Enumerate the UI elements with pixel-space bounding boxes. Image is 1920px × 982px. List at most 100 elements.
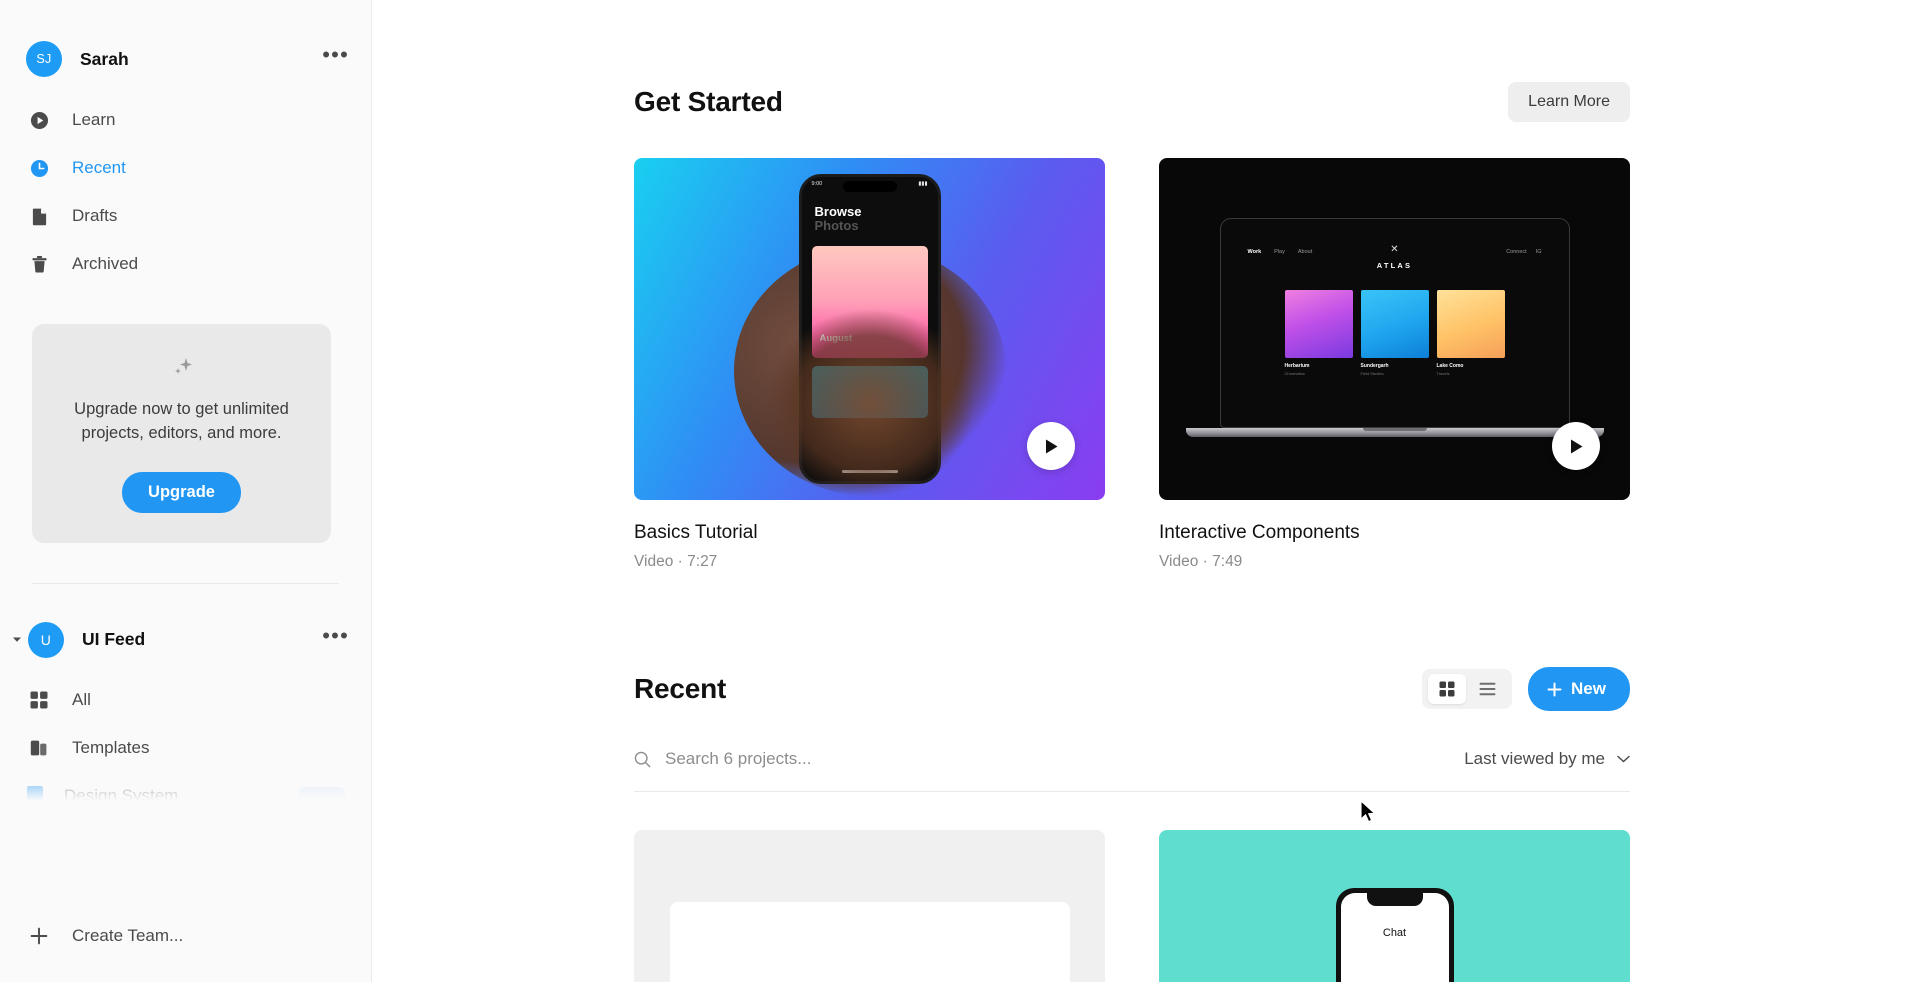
laptop-mockup: Work Play About Connect IG ✕ ATLAS Herba… — [1185, 218, 1604, 437]
sparkle-icon — [58, 356, 305, 380]
upgrade-card: Upgrade now to get unlimited projects, e… — [32, 324, 331, 543]
caret-down-icon[interactable] — [6, 636, 28, 643]
phone-notch — [842, 181, 897, 192]
play-icon — [1045, 439, 1057, 453]
video-grid: 9:00 ▮▮▮ Browse Photos August — [634, 158, 1630, 571]
sidebar-item-label: Learn — [72, 110, 116, 129]
content-wrapper: Get Started Learn More 9:00 ▮▮▮ Browse P… — [372, 0, 1920, 982]
sidebar-divider — [32, 582, 339, 584]
list-view-icon — [1479, 682, 1496, 696]
sort-label: Last viewed by me — [1464, 749, 1605, 768]
phone-heading: Browse Photos — [802, 187, 938, 232]
search-icon — [634, 751, 651, 767]
project-card[interactable] — [634, 830, 1105, 982]
project-preview — [669, 902, 1070, 982]
laptop-base-notch — [1362, 428, 1427, 431]
video-card[interactable]: Work Play About Connect IG ✕ ATLAS Herba… — [1159, 158, 1630, 571]
plus-icon — [26, 926, 52, 946]
search-box[interactable] — [634, 749, 1045, 769]
sidebar-item-learn[interactable]: Learn — [0, 96, 371, 144]
laptop-tile: Herbarium Chromatics — [1284, 290, 1353, 376]
upgrade-button[interactable]: Upgrade — [122, 471, 241, 513]
laptop-tile-subcaption: Field Studies — [1360, 371, 1384, 376]
ellipsis-icon[interactable]: ••• — [322, 624, 349, 649]
project-phone-label: Chat — [1382, 927, 1407, 939]
recent-title: Recent — [634, 673, 727, 704]
app-root: SJ Sarah ••• Learn Recent Drafts Archive… — [0, 0, 1920, 982]
sidebar-item-drafts[interactable]: Drafts — [0, 192, 371, 240]
phone-status-icons: ▮▮▮ — [918, 181, 928, 187]
list-view-button[interactable] — [1468, 674, 1506, 704]
phone-heading-line1: Browse — [814, 204, 862, 219]
ellipsis-icon[interactable]: ••• — [322, 44, 349, 68]
sidebar-item-templates[interactable]: Templates — [0, 724, 371, 772]
new-button[interactable]: New — [1528, 667, 1630, 711]
laptop-tile-caption: Herbarium — [1284, 363, 1310, 369]
project-grid: Chat — [634, 830, 1630, 982]
project-phone-mockup: Chat — [1335, 888, 1454, 982]
sidebar-item-label: Archived — [72, 254, 139, 273]
trash-icon — [26, 255, 52, 274]
video-meta: Video · 7:27 — [634, 553, 718, 570]
primary-nav: Learn Recent Drafts Archived — [0, 96, 371, 288]
upgrade-text: Upgrade now to get unlimited projects, e… — [74, 400, 289, 442]
laptop-tile: Sundergarh Field Studies — [1360, 290, 1429, 376]
team-nav: All Templates — [0, 676, 371, 808]
grid-view-icon — [1439, 681, 1455, 697]
sort-dropdown[interactable]: Last viewed by me — [1464, 749, 1630, 769]
new-button-label: New — [1571, 679, 1606, 698]
recent-header: Recent New — [634, 667, 1630, 711]
clock-icon — [26, 159, 52, 178]
video-thumbnail[interactable]: Work Play About Connect IG ✕ ATLAS Herba… — [1159, 158, 1630, 500]
laptop-brand: ATLAS — [1376, 261, 1413, 270]
user-row[interactable]: SJ Sarah ••• — [0, 28, 371, 90]
laptop-tile: Lake Como Travels — [1436, 290, 1505, 376]
sidebar-item-label: Templates — [72, 737, 150, 757]
project-card[interactable]: Chat — [1159, 830, 1630, 982]
grid-view-button[interactable] — [1428, 674, 1467, 704]
video-card[interactable]: 9:00 ▮▮▮ Browse Photos August — [634, 158, 1105, 571]
filter-row: Last viewed by me — [634, 749, 1630, 792]
learn-more-button[interactable]: Learn More — [1508, 82, 1630, 122]
main-content: Get Started Learn More 9:00 ▮▮▮ Browse P… — [372, 0, 1920, 982]
laptop-topbar: ✕ — [1221, 219, 1569, 255]
laptop-tile-caption: Sundergarh — [1360, 363, 1389, 369]
file-icon — [26, 207, 52, 226]
phone-heading-line2: Photos — [814, 217, 859, 233]
create-team-label: Create Team... — [72, 926, 184, 945]
laptop-tiles: Herbarium Chromatics Sundergarh Field St… — [1221, 290, 1569, 376]
sidebar-item-partial-wrap: Design System — [0, 772, 371, 808]
get-started-header: Get Started Learn More — [634, 0, 1630, 122]
play-button[interactable] — [1552, 422, 1600, 470]
play-circle-icon — [26, 111, 52, 130]
page-title: Get Started — [634, 86, 783, 117]
sidebar-item-archived[interactable]: Archived — [0, 240, 371, 288]
laptop-tile-subcaption: Chromatics — [1284, 371, 1305, 376]
team-name: UI Feed — [82, 629, 146, 650]
search-input[interactable] — [665, 749, 1045, 769]
templates-icon — [26, 739, 52, 757]
user-name: Sarah — [80, 48, 129, 69]
laptop-tile-caption: Lake Como — [1436, 363, 1464, 369]
chevron-down-icon — [1617, 755, 1630, 763]
recent-actions: New — [1422, 667, 1630, 711]
team-avatar: U — [28, 621, 64, 658]
laptop-tile-image — [1284, 290, 1353, 358]
play-icon — [1570, 439, 1582, 453]
phone-time: 9:00 — [811, 181, 823, 187]
play-button[interactable] — [1027, 422, 1075, 470]
close-icon: ✕ — [1390, 244, 1399, 255]
scroll-fade — [0, 781, 371, 808]
laptop-screen: Work Play About Connect IG ✕ ATLAS Herba… — [1219, 218, 1570, 428]
hand-fingers — [764, 308, 975, 498]
create-team-button[interactable]: Create Team... — [0, 890, 371, 982]
video-thumbnail[interactable]: 9:00 ▮▮▮ Browse Photos August — [634, 158, 1105, 500]
sidebar-item-recent[interactable]: Recent — [0, 144, 371, 192]
view-toggle — [1422, 669, 1513, 709]
team-row[interactable]: U UI Feed ••• — [0, 610, 371, 670]
grid-icon — [26, 691, 52, 709]
phone-notch — [1366, 893, 1423, 906]
laptop-tile-image — [1360, 290, 1429, 358]
sidebar-item-all[interactable]: All — [0, 676, 371, 724]
plus-icon — [1547, 682, 1562, 696]
